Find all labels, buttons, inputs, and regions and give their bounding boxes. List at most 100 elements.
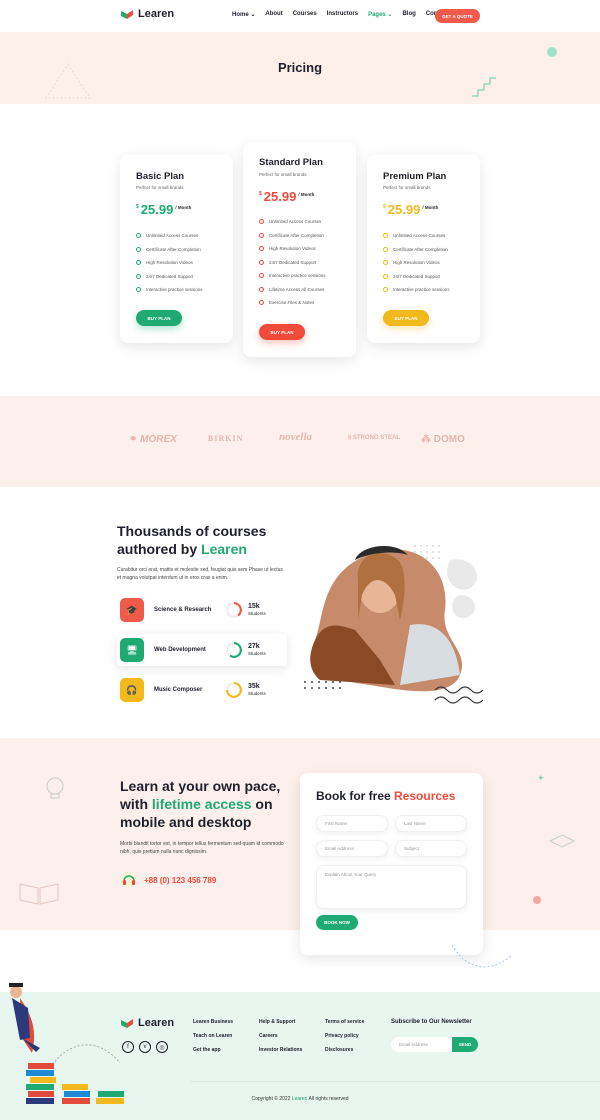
footer-link-learen-business[interactable]: Learen Business [193, 1019, 233, 1025]
footer-col-legal: Terms of service Privacy policy Disclosu… [325, 1019, 364, 1053]
message-textarea[interactable]: Explain About Your Query [316, 865, 467, 909]
pricing-card: Premium Plan Perfect for small brands $ … [367, 155, 480, 343]
plan-price: $ 25.99 / Month [259, 189, 314, 204]
feature-item: Unlimited Access Courses [136, 233, 203, 238]
check-circle-icon [383, 233, 388, 238]
courses-description: Curabitur orci erat, mattis et molestie … [117, 567, 283, 581]
feature-label: Unlimited Access Courses [269, 219, 322, 224]
logo[interactable]: Learen [120, 8, 174, 20]
nav-home[interactable]: Home ⌄ [232, 11, 255, 18]
page-title: Pricing [277, 60, 323, 75]
nav-pages[interactable]: Pages ⌄ [368, 11, 392, 18]
plan-features: Unlimited Access Courses Certificate Afte… [259, 219, 326, 305]
learn-description: Morbi blandit tortor est, in tempor tell… [120, 841, 284, 855]
course-label: Music Composer [154, 687, 203, 693]
footer-col-support: Help & Support Careers Investor Relation… [259, 1019, 302, 1053]
feature-label: Certificate After Completion [269, 232, 324, 238]
plan-price: $ 25.99 / Month [383, 202, 438, 217]
footer-link-privacy[interactable]: Privacy policy [325, 1033, 364, 1039]
copyright-suffix: All rights reserved [307, 1096, 349, 1102]
brand-morex-label: MOREX [140, 434, 177, 445]
footer-link-help[interactable]: Help & Support [259, 1019, 302, 1025]
nav-instructors[interactable]: Instructors [327, 11, 358, 18]
logo-book-icon [121, 10, 133, 19]
email-input[interactable]: Email Address [316, 840, 388, 857]
sparkle-icon: ✦ [537, 773, 545, 783]
plan-subtitle: Perfect for small brands [136, 185, 184, 190]
courses-heading-highlight: Learen [201, 541, 247, 557]
footer-col-business: Learen Business Teach on Learen Get the … [193, 1019, 233, 1053]
student-count: 15k [248, 603, 260, 610]
courses-heading-prefix: authored by [117, 541, 202, 557]
graduation-cap-icon: 🎓 [120, 598, 144, 622]
nav-about[interactable]: About [265, 11, 282, 18]
footer-logo-book-icon [121, 1019, 133, 1028]
vine-icon[interactable]: v [139, 1041, 151, 1053]
plan-name: Standard Plan [259, 157, 323, 168]
plan-name: Basic Plan [136, 171, 185, 182]
course-row[interactable]: 🎧 Music Composer 35k Students [117, 674, 287, 706]
plan-price: $ 25.99 / Month [136, 202, 191, 217]
learn-heading-prefix: with [120, 796, 152, 812]
feature-item: Certificate After Completion [383, 246, 450, 252]
feature-label: Unlimited Access Courses [146, 233, 199, 238]
footer-link-terms[interactable]: Terms of service [325, 1019, 364, 1025]
buy-plan-button[interactable]: BUY PLAN [136, 310, 182, 326]
feature-label: 24/7 Dedicated Support [269, 259, 317, 265]
feature-label: Certificate After Completion [146, 246, 201, 252]
phone-contact[interactable]: +88 (0) 123 456 789 [120, 871, 216, 889]
newsletter-title: Subscribe to Our Newsletter [391, 1019, 472, 1025]
check-circle-icon [259, 232, 264, 238]
price-currency: $ [383, 204, 386, 210]
buy-plan-button[interactable]: BUY PLAN [259, 324, 305, 340]
newsletter-email-input[interactable]: Email Address [391, 1037, 455, 1052]
copyright: Copyright © 2022 Learen All rights reser… [0, 1096, 600, 1102]
form-title: Book for free Resources [316, 789, 455, 803]
footer-link-disclosures[interactable]: Disclosures [325, 1047, 364, 1053]
nav-courses[interactable]: Courses [293, 11, 317, 18]
plan-subtitle: Perfect for small brands [383, 185, 431, 190]
feature-item: High Resolution Videos [383, 260, 450, 265]
price-currency: $ [136, 204, 139, 210]
brand-birkin: BIRKIN [208, 434, 244, 443]
learn-heading-line3: mobile and desktop [120, 814, 252, 830]
first-name-input[interactable]: First Name [316, 815, 388, 832]
check-circle-icon [136, 273, 141, 279]
footer-link-get-app[interactable]: Get the app [193, 1047, 233, 1053]
zigzag-decoration [472, 77, 496, 97]
nav-blog[interactable]: Blog [402, 11, 415, 18]
footer-logo[interactable]: Learen [120, 1017, 174, 1029]
check-circle-icon [259, 300, 264, 305]
pricing-card: Standard Plan Perfect for small brands $… [243, 142, 356, 357]
feature-item: Interactive practice sessions [136, 287, 203, 292]
subject-input[interactable]: Subject [395, 840, 467, 857]
last-name-input[interactable]: Last Name [395, 815, 467, 832]
book-now-button[interactable]: BOOK NOW [316, 915, 358, 930]
check-circle-icon [259, 286, 264, 292]
headphones-icon: 🎧 [120, 678, 144, 702]
courses-heading: Thousands of courses authored by Learen [117, 522, 266, 558]
course-row[interactable]: 🎓 Science & Research 15k Students [117, 594, 287, 626]
progress-ring [226, 642, 242, 658]
footer-link-investors[interactable]: Investor Relations [259, 1047, 302, 1053]
feature-item: Lifetime Access All Courses [259, 286, 326, 292]
dot-decoration-2 [533, 896, 541, 904]
check-circle-icon [136, 287, 141, 292]
get-quote-button[interactable]: GET A QUOTE [435, 9, 480, 23]
feature-item: Certificate After Completion [259, 232, 326, 238]
buy-plan-button[interactable]: BUY PLAN [383, 310, 429, 326]
price-period: / Month [175, 205, 192, 210]
site-header: Learen Home ⌄ About Courses Instructors … [0, 0, 600, 32]
feature-item: High Resolution Videos [136, 260, 203, 265]
main-nav: Home ⌄ About Courses Instructors Pages ⌄… [232, 11, 448, 18]
page: Learen Home ⌄ About Courses Instructors … [0, 0, 600, 1120]
price-period: / Month [422, 205, 439, 210]
check-circle-icon [383, 273, 388, 279]
footer-link-teach[interactable]: Teach on Learen [193, 1033, 233, 1039]
course-row[interactable]: 🖥 Web Development 27k Students [117, 634, 287, 666]
newsletter-send-button[interactable]: SEND [452, 1037, 478, 1052]
facebook-icon[interactable]: f [122, 1041, 134, 1053]
check-circle-icon [383, 260, 388, 265]
footer-link-careers[interactable]: Careers [259, 1033, 302, 1039]
dribbble-icon[interactable]: ◎ [156, 1041, 168, 1053]
